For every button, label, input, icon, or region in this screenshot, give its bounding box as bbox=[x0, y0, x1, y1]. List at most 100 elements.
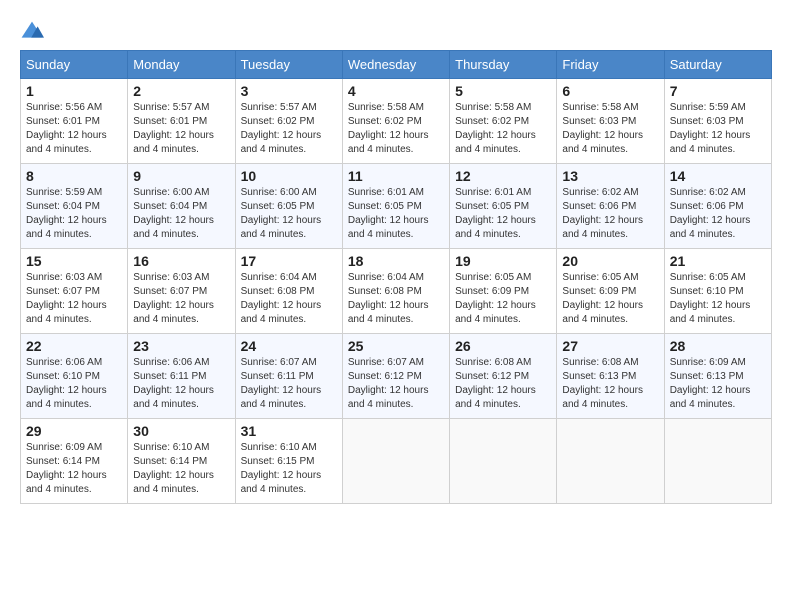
week-row-4: 22 Sunrise: 6:06 AM Sunset: 6:10 PM Dayl… bbox=[21, 334, 772, 419]
logo-icon bbox=[20, 20, 44, 40]
day-info: Sunrise: 5:58 AM Sunset: 6:03 PM Dayligh… bbox=[562, 101, 658, 157]
calendar-cell: 18 Sunrise: 6:04 AM Sunset: 6:08 PM Dayl… bbox=[342, 249, 449, 334]
day-number: 31 bbox=[241, 423, 337, 439]
week-row-5: 29 Sunrise: 6:09 AM Sunset: 6:14 PM Dayl… bbox=[21, 419, 772, 504]
calendar-cell bbox=[557, 419, 664, 504]
calendar-cell: 10 Sunrise: 6:00 AM Sunset: 6:05 PM Dayl… bbox=[235, 164, 342, 249]
calendar-cell: 25 Sunrise: 6:07 AM Sunset: 6:12 PM Dayl… bbox=[342, 334, 449, 419]
calendar-cell: 7 Sunrise: 5:59 AM Sunset: 6:03 PM Dayli… bbox=[664, 79, 771, 164]
header-saturday: Saturday bbox=[664, 51, 771, 79]
day-info: Sunrise: 6:08 AM Sunset: 6:12 PM Dayligh… bbox=[455, 356, 551, 412]
day-info: Sunrise: 6:07 AM Sunset: 6:12 PM Dayligh… bbox=[348, 356, 444, 412]
day-number: 7 bbox=[670, 83, 766, 99]
day-number: 25 bbox=[348, 338, 444, 354]
day-number: 1 bbox=[26, 83, 122, 99]
day-number: 17 bbox=[241, 253, 337, 269]
day-info: Sunrise: 6:05 AM Sunset: 6:09 PM Dayligh… bbox=[455, 271, 551, 327]
day-number: 24 bbox=[241, 338, 337, 354]
calendar-cell: 14 Sunrise: 6:02 AM Sunset: 6:06 PM Dayl… bbox=[664, 164, 771, 249]
day-number: 14 bbox=[670, 168, 766, 184]
day-info: Sunrise: 6:07 AM Sunset: 6:11 PM Dayligh… bbox=[241, 356, 337, 412]
day-info: Sunrise: 6:04 AM Sunset: 6:08 PM Dayligh… bbox=[348, 271, 444, 327]
calendar-cell bbox=[342, 419, 449, 504]
week-row-1: 1 Sunrise: 5:56 AM Sunset: 6:01 PM Dayli… bbox=[21, 79, 772, 164]
calendar-cell: 17 Sunrise: 6:04 AM Sunset: 6:08 PM Dayl… bbox=[235, 249, 342, 334]
day-number: 28 bbox=[670, 338, 766, 354]
calendar-cell: 16 Sunrise: 6:03 AM Sunset: 6:07 PM Dayl… bbox=[128, 249, 235, 334]
day-number: 27 bbox=[562, 338, 658, 354]
day-number: 23 bbox=[133, 338, 229, 354]
calendar-cell: 30 Sunrise: 6:10 AM Sunset: 6:14 PM Dayl… bbox=[128, 419, 235, 504]
calendar-cell: 9 Sunrise: 6:00 AM Sunset: 6:04 PM Dayli… bbox=[128, 164, 235, 249]
day-number: 3 bbox=[241, 83, 337, 99]
day-info: Sunrise: 5:57 AM Sunset: 6:01 PM Dayligh… bbox=[133, 101, 229, 157]
calendar-cell: 23 Sunrise: 6:06 AM Sunset: 6:11 PM Dayl… bbox=[128, 334, 235, 419]
day-number: 16 bbox=[133, 253, 229, 269]
day-info: Sunrise: 6:06 AM Sunset: 6:11 PM Dayligh… bbox=[133, 356, 229, 412]
calendar-cell: 15 Sunrise: 6:03 AM Sunset: 6:07 PM Dayl… bbox=[21, 249, 128, 334]
calendar-header-row: SundayMondayTuesdayWednesdayThursdayFrid… bbox=[21, 51, 772, 79]
day-info: Sunrise: 6:09 AM Sunset: 6:13 PM Dayligh… bbox=[670, 356, 766, 412]
calendar-cell: 22 Sunrise: 6:06 AM Sunset: 6:10 PM Dayl… bbox=[21, 334, 128, 419]
day-info: Sunrise: 6:04 AM Sunset: 6:08 PM Dayligh… bbox=[241, 271, 337, 327]
page-header bbox=[20, 20, 772, 40]
day-info: Sunrise: 6:05 AM Sunset: 6:09 PM Dayligh… bbox=[562, 271, 658, 327]
day-info: Sunrise: 6:02 AM Sunset: 6:06 PM Dayligh… bbox=[562, 186, 658, 242]
calendar-cell: 2 Sunrise: 5:57 AM Sunset: 6:01 PM Dayli… bbox=[128, 79, 235, 164]
header-thursday: Thursday bbox=[450, 51, 557, 79]
day-number: 15 bbox=[26, 253, 122, 269]
day-info: Sunrise: 5:58 AM Sunset: 6:02 PM Dayligh… bbox=[455, 101, 551, 157]
logo bbox=[20, 20, 48, 40]
day-info: Sunrise: 6:09 AM Sunset: 6:14 PM Dayligh… bbox=[26, 441, 122, 497]
calendar-cell: 6 Sunrise: 5:58 AM Sunset: 6:03 PM Dayli… bbox=[557, 79, 664, 164]
header-wednesday: Wednesday bbox=[342, 51, 449, 79]
calendar-cell: 4 Sunrise: 5:58 AM Sunset: 6:02 PM Dayli… bbox=[342, 79, 449, 164]
header-friday: Friday bbox=[557, 51, 664, 79]
calendar-cell: 28 Sunrise: 6:09 AM Sunset: 6:13 PM Dayl… bbox=[664, 334, 771, 419]
day-number: 21 bbox=[670, 253, 766, 269]
calendar-cell: 3 Sunrise: 5:57 AM Sunset: 6:02 PM Dayli… bbox=[235, 79, 342, 164]
day-number: 5 bbox=[455, 83, 551, 99]
day-info: Sunrise: 5:59 AM Sunset: 6:04 PM Dayligh… bbox=[26, 186, 122, 242]
calendar-table: SundayMondayTuesdayWednesdayThursdayFrid… bbox=[20, 50, 772, 504]
calendar-cell: 13 Sunrise: 6:02 AM Sunset: 6:06 PM Dayl… bbox=[557, 164, 664, 249]
day-info: Sunrise: 5:57 AM Sunset: 6:02 PM Dayligh… bbox=[241, 101, 337, 157]
day-number: 6 bbox=[562, 83, 658, 99]
day-number: 19 bbox=[455, 253, 551, 269]
day-info: Sunrise: 5:59 AM Sunset: 6:03 PM Dayligh… bbox=[670, 101, 766, 157]
day-number: 22 bbox=[26, 338, 122, 354]
day-info: Sunrise: 6:00 AM Sunset: 6:05 PM Dayligh… bbox=[241, 186, 337, 242]
day-number: 30 bbox=[133, 423, 229, 439]
calendar-cell: 27 Sunrise: 6:08 AM Sunset: 6:13 PM Dayl… bbox=[557, 334, 664, 419]
day-info: Sunrise: 5:58 AM Sunset: 6:02 PM Dayligh… bbox=[348, 101, 444, 157]
day-number: 20 bbox=[562, 253, 658, 269]
calendar-cell: 29 Sunrise: 6:09 AM Sunset: 6:14 PM Dayl… bbox=[21, 419, 128, 504]
calendar-cell: 5 Sunrise: 5:58 AM Sunset: 6:02 PM Dayli… bbox=[450, 79, 557, 164]
calendar-cell: 1 Sunrise: 5:56 AM Sunset: 6:01 PM Dayli… bbox=[21, 79, 128, 164]
day-number: 13 bbox=[562, 168, 658, 184]
day-info: Sunrise: 6:06 AM Sunset: 6:10 PM Dayligh… bbox=[26, 356, 122, 412]
week-row-3: 15 Sunrise: 6:03 AM Sunset: 6:07 PM Dayl… bbox=[21, 249, 772, 334]
calendar-cell: 24 Sunrise: 6:07 AM Sunset: 6:11 PM Dayl… bbox=[235, 334, 342, 419]
day-info: Sunrise: 6:01 AM Sunset: 6:05 PM Dayligh… bbox=[348, 186, 444, 242]
calendar-cell: 21 Sunrise: 6:05 AM Sunset: 6:10 PM Dayl… bbox=[664, 249, 771, 334]
day-number: 18 bbox=[348, 253, 444, 269]
day-info: Sunrise: 6:03 AM Sunset: 6:07 PM Dayligh… bbox=[133, 271, 229, 327]
day-info: Sunrise: 6:05 AM Sunset: 6:10 PM Dayligh… bbox=[670, 271, 766, 327]
week-row-2: 8 Sunrise: 5:59 AM Sunset: 6:04 PM Dayli… bbox=[21, 164, 772, 249]
day-number: 11 bbox=[348, 168, 444, 184]
header-monday: Monday bbox=[128, 51, 235, 79]
day-info: Sunrise: 6:08 AM Sunset: 6:13 PM Dayligh… bbox=[562, 356, 658, 412]
day-info: Sunrise: 6:02 AM Sunset: 6:06 PM Dayligh… bbox=[670, 186, 766, 242]
calendar-cell: 11 Sunrise: 6:01 AM Sunset: 6:05 PM Dayl… bbox=[342, 164, 449, 249]
day-info: Sunrise: 6:01 AM Sunset: 6:05 PM Dayligh… bbox=[455, 186, 551, 242]
calendar-cell: 8 Sunrise: 5:59 AM Sunset: 6:04 PM Dayli… bbox=[21, 164, 128, 249]
day-number: 2 bbox=[133, 83, 229, 99]
day-info: Sunrise: 6:03 AM Sunset: 6:07 PM Dayligh… bbox=[26, 271, 122, 327]
header-tuesday: Tuesday bbox=[235, 51, 342, 79]
header-sunday: Sunday bbox=[21, 51, 128, 79]
day-info: Sunrise: 6:00 AM Sunset: 6:04 PM Dayligh… bbox=[133, 186, 229, 242]
day-info: Sunrise: 6:10 AM Sunset: 6:15 PM Dayligh… bbox=[241, 441, 337, 497]
day-number: 4 bbox=[348, 83, 444, 99]
calendar-cell: 12 Sunrise: 6:01 AM Sunset: 6:05 PM Dayl… bbox=[450, 164, 557, 249]
